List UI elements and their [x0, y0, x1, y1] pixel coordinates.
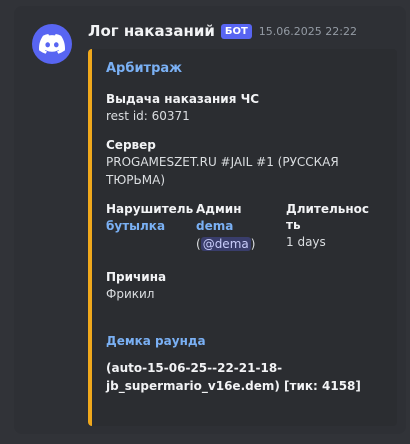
server-value-line2: ТЮРЬМА) — [106, 173, 165, 187]
reason-value: Фрикил — [106, 287, 155, 301]
field-demo: Демка раунда (auto-15-06-25--22-21-18- j… — [106, 333, 361, 395]
embed: Арбитраж Выдача наказания ЧС rest id: 60… — [88, 49, 397, 426]
embed-title: Арбитраж — [106, 61, 183, 76]
field-name-reason: Причина — [106, 270, 167, 284]
field-reason: Причина Фрикил — [106, 269, 166, 303]
duration-value: 1 days — [286, 235, 326, 249]
field-name-server: Сервер — [106, 138, 156, 152]
field-violator: Нарушитель бутылка — [106, 201, 193, 235]
punishment-title: Выдача наказания ЧС — [106, 92, 260, 106]
demo-info-line1: (auto-15-06-25--22-21-18- — [106, 361, 283, 375]
rest-id: rest id: 60371 — [106, 109, 190, 123]
message-card: Лог наказаний БОТ 15.06.2025 22:22 Арбит… — [14, 6, 406, 434]
mention-close-paren: ) — [250, 237, 256, 251]
admin-mention[interactable]: @dema — [200, 237, 251, 251]
author-name[interactable]: Лог наказаний — [88, 22, 215, 40]
field-name-admin: Админ — [196, 202, 242, 216]
field-name-violator: Нарушитель — [106, 202, 194, 216]
discord-logo-icon — [39, 34, 65, 54]
server-value-line1: PROGAMESZET.RU #JAIL #1 (РУССКАЯ — [106, 155, 339, 169]
bot-tag: БОТ — [220, 23, 252, 39]
field-name-duration-line2: ть — [286, 218, 301, 232]
demo-info-line2: jb_supermario_v16e.dem) [тик: 4158] — [106, 379, 361, 393]
bot-avatar[interactable] — [32, 24, 72, 64]
field-admin: Админ dema (@dema) — [196, 201, 255, 253]
admin-link[interactable]: dema — [196, 219, 233, 233]
demo-link[interactable]: Демка раунда — [106, 333, 361, 349]
message-header: Лог наказаний БОТ 15.06.2025 22:22 — [88, 22, 357, 40]
message-timestamp[interactable]: 15.06.2025 22:22 — [259, 25, 357, 38]
field-name-duration-line1: Длительнос — [286, 202, 370, 216]
field-server: Сервер PROGAMESZET.RU #JAIL #1 (РУССКАЯ … — [106, 137, 339, 189]
field-punishment: Выдача наказания ЧС rest id: 60371 — [106, 91, 259, 125]
violator-link[interactable]: бутылка — [106, 219, 165, 233]
mention-open-paren: ( — [196, 237, 201, 251]
field-duration: Длительнос ть 1 days — [286, 201, 369, 251]
